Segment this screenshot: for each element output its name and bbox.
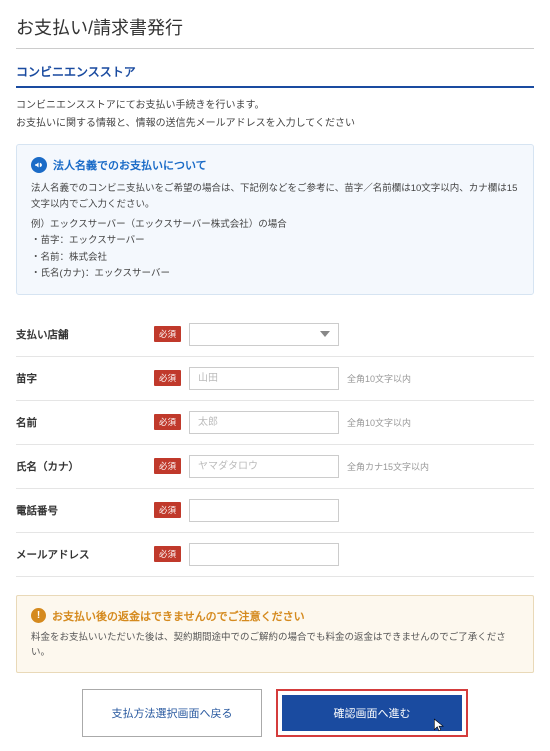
store-label: 支払い店舗 xyxy=(16,327,146,342)
required-badge: 必須 xyxy=(154,326,181,342)
confirm-button-label: 確認画面へ進む xyxy=(334,708,411,720)
kana-label: 氏名（カナ） xyxy=(16,459,146,474)
firstname-label: 名前 xyxy=(16,415,146,430)
refund-warning: ! お支払い後の返金はできませんのでご注意ください 料金をお支払いいただいた後は… xyxy=(16,595,534,673)
email-input[interactable] xyxy=(189,543,339,566)
corporate-notice: 法人名義でのお支払いについて 法人名義でのコンビニ支払いをご希望の場合は、下記例… xyxy=(16,144,534,295)
section-title: コンビニエンスストア xyxy=(16,63,534,88)
back-button[interactable]: 支払方法選択画面へ戻る xyxy=(82,689,262,737)
megaphone-icon xyxy=(31,157,47,173)
corporate-notice-body: 法人名義でのコンビニ支払いをご希望の場合は、下記例などをご参考に、苗字／名前欄は… xyxy=(31,181,519,213)
example-line1: ・苗字：エックスサーバー xyxy=(31,233,519,249)
lastname-label: 苗字 xyxy=(16,371,146,386)
intro-text: コンビニエンスストアにてお支払い手続きを行います。 お支払いに関する情報と、情報… xyxy=(16,98,534,132)
required-badge: 必須 xyxy=(154,546,181,562)
cursor-icon xyxy=(432,716,446,734)
required-badge: 必須 xyxy=(154,414,181,430)
firstname-hint: 全角10文字以内 xyxy=(347,416,411,429)
lastname-hint: 全角10文字以内 xyxy=(347,372,411,385)
tel-label: 電話番号 xyxy=(16,503,146,518)
email-label: メールアドレス xyxy=(16,547,146,562)
example-head: 例）エックスサーバー（エックスサーバー株式会社）の場合 xyxy=(31,217,519,233)
intro-line2: お支払いに関する情報と、情報の送信先メールアドレスを入力してください xyxy=(16,116,534,132)
store-select[interactable] xyxy=(189,323,339,346)
page-title: お支払い/請求書発行 xyxy=(16,14,534,49)
required-badge: 必須 xyxy=(154,370,181,386)
kana-hint: 全角カナ15文字以内 xyxy=(347,460,429,473)
example-line2: ・名前：株式会社 xyxy=(31,250,519,266)
required-badge: 必須 xyxy=(154,502,181,518)
intro-line1: コンビニエンスストアにてお支払い手続きを行います。 xyxy=(16,98,534,114)
warning-icon: ! xyxy=(31,608,46,623)
next-button-highlight: 確認画面へ進む xyxy=(276,689,468,737)
lastname-input[interactable] xyxy=(189,367,339,390)
corporate-notice-title: 法人名義でのお支払いについて xyxy=(53,157,207,173)
example-line3: ・氏名(カナ)：エックスサーバー xyxy=(31,266,519,282)
refund-warning-body: 料金をお支払いいただいた後は、契約期間途中でのご解約の場合でも料金の返金はできま… xyxy=(31,630,519,660)
tel-input[interactable] xyxy=(189,499,339,522)
kana-input[interactable] xyxy=(189,455,339,478)
refund-warning-title: お支払い後の返金はできませんのでご注意ください xyxy=(52,608,305,624)
required-badge: 必須 xyxy=(154,458,181,474)
confirm-button[interactable]: 確認画面へ進む xyxy=(282,695,462,731)
firstname-input[interactable] xyxy=(189,411,339,434)
